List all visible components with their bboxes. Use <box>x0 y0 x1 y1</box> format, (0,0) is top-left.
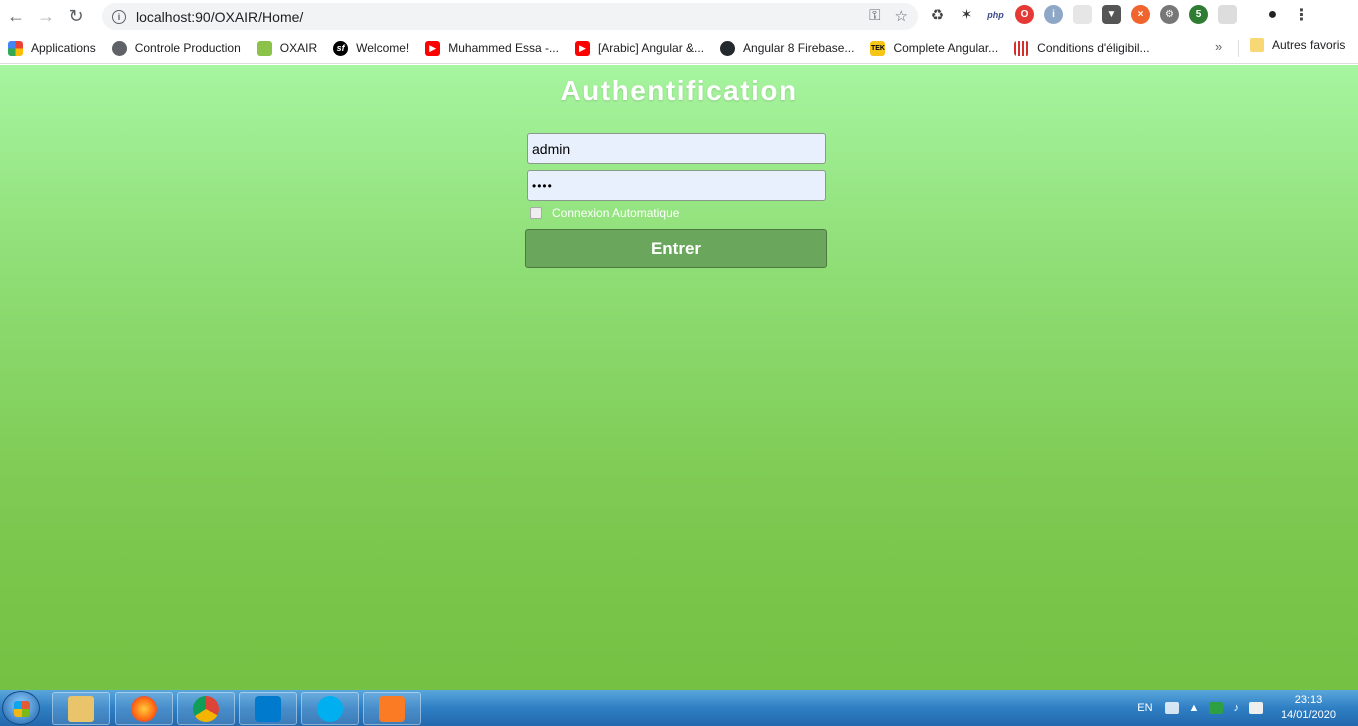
key-icon[interactable]: ⚿ <box>869 7 880 25</box>
remember-me[interactable]: Connexion Automatique <box>530 206 679 220</box>
tray-app-icon[interactable] <box>1209 702 1224 714</box>
windows-taskbar: EN ▲ ♪ 23:13 14/01/2020 <box>0 690 1358 726</box>
chrome-icon <box>193 695 219 722</box>
gear-icon[interactable]: ⚙ <box>1160 5 1179 24</box>
reload-icon[interactable]: ↻ <box>61 2 91 32</box>
taskbar-firefox[interactable] <box>115 692 173 725</box>
windows-logo-icon <box>14 701 30 717</box>
clock-date: 14/01/2020 <box>1280 709 1336 721</box>
folder-icon <box>1250 38 1264 52</box>
other-favorites-folder[interactable]: Autres favoris <box>1250 38 1345 52</box>
bars-icon <box>1014 40 1030 56</box>
start-button[interactable] <box>2 691 40 725</box>
bookmark-label: Welcome! <box>356 41 410 55</box>
symfony-icon: sf <box>333 40 349 56</box>
network-error-icon[interactable] <box>1248 702 1263 714</box>
oxair-icon <box>256 40 272 56</box>
explorer-icon <box>68 695 94 722</box>
taskbar-vscode[interactable] <box>239 692 297 725</box>
opera-icon[interactable]: O <box>1015 5 1034 24</box>
address-url[interactable]: localhost:90/OXAIR/Home/ <box>136 9 303 25</box>
bookmark-oxair[interactable]: OXAIR <box>256 40 318 56</box>
bookmark-star-icon[interactable]: ☆ <box>895 7 908 25</box>
globe-icon <box>111 40 127 56</box>
address-bar[interactable]: i localhost:90/OXAIR/Home/ ⚿ ☆ <box>102 3 918 30</box>
taskbar-skype[interactable] <box>301 692 359 725</box>
bookmark-applications[interactable]: Applications <box>8 40 96 56</box>
browser-toolbar: ← → ↻ i localhost:90/OXAIR/Home/ ⚿ ☆ ♻ ✶… <box>0 0 1358 33</box>
login-page: Authentification admin •••• Connexion Au… <box>0 65 1358 690</box>
magic-wand-icon[interactable]: ✶ <box>957 5 976 24</box>
language-indicator[interactable]: EN <box>1137 702 1152 714</box>
bookmarks-divider <box>1238 40 1239 57</box>
page-title: Authentification <box>560 75 798 106</box>
bookmark-label: Muhammed Essa -... <box>448 41 559 55</box>
bookmark-arabic-angular[interactable]: ▶ [Arabic] Angular &... <box>574 40 705 56</box>
vscode-icon <box>255 695 281 722</box>
bookmark-conditions[interactable]: Conditions d'éligibil... <box>1014 40 1150 56</box>
taskbar-explorer[interactable] <box>52 692 110 725</box>
site-info-icon[interactable]: i <box>112 9 126 24</box>
menu-dots-icon[interactable]: ⋮ <box>1292 5 1311 24</box>
bookmarks-bar: Applications Controle Production OXAIR s… <box>0 33 1358 64</box>
window-icon[interactable] <box>1218 5 1237 24</box>
youtube-icon: ▶ <box>574 40 590 56</box>
xampp-icon <box>379 695 405 722</box>
clock-time: 23:13 <box>1294 694 1323 706</box>
youtube-icon: ▶ <box>425 40 441 56</box>
back-arrow-icon[interactable]: ← <box>1 2 31 32</box>
profile-avatar-icon[interactable]: ● <box>1263 5 1282 24</box>
bookmark-label: Angular 8 Firebase... <box>743 41 855 55</box>
close-circle-icon[interactable]: × <box>1131 5 1150 24</box>
recycle-icon[interactable]: ♻ <box>928 5 947 24</box>
volume-icon[interactable]: ♪ <box>1233 702 1239 714</box>
bookmark-label: Applications <box>31 41 96 55</box>
bookmark-label: OXAIR <box>279 41 318 55</box>
firefox-icon <box>131 695 157 722</box>
tek-icon: TEK <box>870 40 886 56</box>
info-circle-icon[interactable]: i <box>1044 5 1063 24</box>
skype-icon <box>317 695 343 722</box>
blank-extension-icon[interactable] <box>1073 5 1092 24</box>
bookmark-complete-angular[interactable]: TEK Complete Angular... <box>870 40 999 56</box>
clock[interactable]: 23:13 14/01/2020 <box>1281 693 1336 723</box>
bookmark-label: Complete Angular... <box>893 41 999 55</box>
refresh-badge-icon[interactable]: 5 <box>1189 5 1208 24</box>
github-icon <box>720 40 736 56</box>
other-favorites-label: Autres favoris <box>1272 38 1346 52</box>
tray-expand-icon[interactable]: ▲ <box>1189 702 1200 714</box>
extension-icons: ♻ ✶ php O i ▼ × ⚙ 5 ● ⋮ <box>928 5 1311 24</box>
forward-arrow-icon[interactable]: → <box>31 2 61 32</box>
php-icon[interactable]: php <box>986 5 1005 24</box>
bookmark-controle-production[interactable]: Controle Production <box>111 40 241 56</box>
bookmark-label: [Arabic] Angular &... <box>597 41 705 55</box>
bookmark-muhammed-essa[interactable]: ▶ Muhammed Essa -... <box>425 40 559 56</box>
shield-icon[interactable]: ▼ <box>1102 5 1121 24</box>
taskbar-chrome[interactable] <box>177 692 235 725</box>
username-input[interactable]: admin <box>527 133 826 164</box>
remember-label: Connexion Automatique <box>552 206 680 220</box>
bookmark-angular-firebase[interactable]: Angular 8 Firebase... <box>720 40 855 56</box>
bookmarks-more-chevron-icon[interactable]: » <box>1215 39 1222 54</box>
system-tray: EN ▲ ♪ 23:13 14/01/2020 <box>1137 690 1358 726</box>
bookmark-welcome[interactable]: sf Welcome! <box>333 40 410 56</box>
taskbar-xampp[interactable] <box>363 692 421 725</box>
submit-button[interactable]: Entrer <box>525 229 827 268</box>
bookmark-label: Conditions d'éligibil... <box>1037 41 1150 55</box>
keyboard-icon[interactable] <box>1164 702 1179 714</box>
password-input[interactable]: •••• <box>527 170 826 201</box>
bookmark-label: Controle Production <box>134 41 241 55</box>
remember-checkbox[interactable] <box>530 207 542 219</box>
apps-grid-icon <box>8 40 23 56</box>
